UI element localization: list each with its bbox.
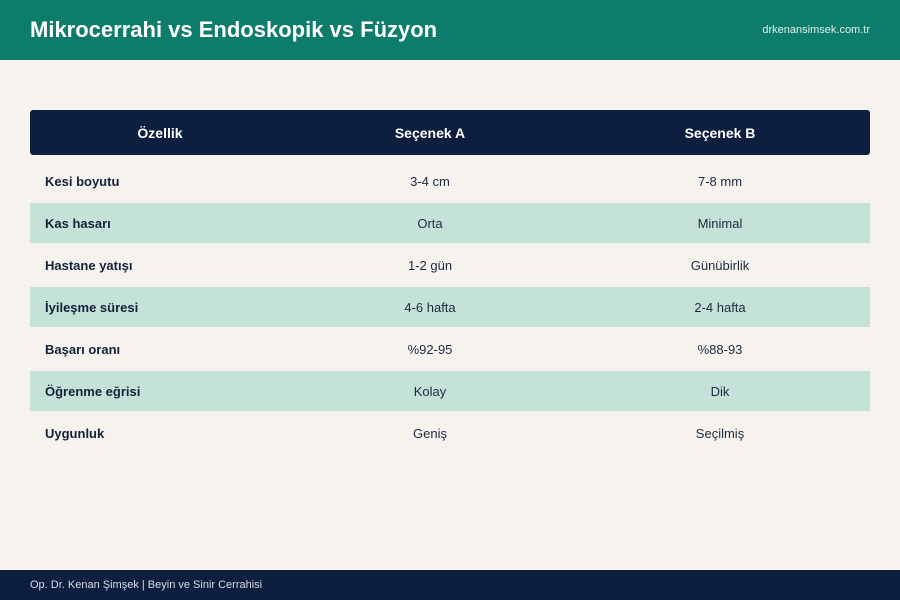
- option-b-value: Dik: [710, 383, 730, 399]
- table-body: Kesi boyutu 3-4 cm 7-8 mm Kas hasarı Ort…: [30, 161, 870, 453]
- page-header: Mikrocerrahi vs Endoskopik vs Füzyon drk…: [0, 0, 900, 60]
- table-row: Uygunluk Geniş Seçilmiş: [30, 413, 870, 453]
- row-label: Kesi boyutu: [45, 173, 120, 189]
- row-label: Başarı oranı: [45, 341, 121, 357]
- table-row: İyileşme süresi 4-6 hafta 2-4 hafta: [30, 287, 870, 327]
- option-a-value: 3-4 cm: [410, 173, 450, 189]
- option-b-value: 2-4 hafta: [694, 299, 746, 315]
- table-row: Başarı oranı %92-95 %88-93: [30, 329, 870, 369]
- option-b-value: Minimal: [697, 215, 743, 231]
- table-row: Kas hasarı Orta Minimal: [30, 203, 870, 243]
- option-a-value: %92-95: [407, 341, 453, 357]
- row-label: Uygunluk: [45, 425, 105, 441]
- option-b-value: Günübirlik: [690, 257, 750, 273]
- page-title: Mikrocerrahi vs Endoskopik vs Füzyon: [30, 17, 438, 42]
- option-b-value: Seçilmiş: [695, 425, 745, 441]
- row-label: Öğrenme eğrisi: [45, 383, 141, 399]
- option-a-value: 1-2 gün: [407, 257, 453, 273]
- table-row: Hastane yatışı 1-2 gün Günübirlik: [30, 245, 870, 285]
- column-header-option-a: Seçenek A: [394, 124, 466, 141]
- option-a-value: Geniş: [413, 425, 447, 441]
- table-row: Öğrenme eğrisi Kolay Dik: [30, 371, 870, 411]
- option-b-value: %88-93: [697, 341, 743, 357]
- row-label: Kas hasarı: [45, 215, 111, 231]
- option-a-value: Orta: [417, 215, 443, 231]
- column-header-feature: Özellik: [137, 124, 183, 141]
- option-a-value: Kolay: [413, 383, 447, 399]
- column-header-option-b: Seçenek B: [684, 124, 756, 141]
- table-row: Kesi boyutu 3-4 cm 7-8 mm: [30, 161, 870, 201]
- row-label: Hastane yatışı: [45, 257, 133, 273]
- option-a-value: 4-6 hafta: [404, 299, 456, 315]
- site-url: drkenansimsek.com.tr: [762, 24, 870, 36]
- table-header: Özellik Seçenek A Seçenek B: [30, 110, 870, 155]
- footer-credit: Op. Dr. Kenan Şimşek | Beyin ve Sinir Ce…: [30, 579, 263, 591]
- comparison-table: Özellik Seçenek A Seçenek B Kesi boyutu …: [30, 110, 870, 455]
- option-b-value: 7-8 mm: [697, 173, 743, 189]
- page-footer: Op. Dr. Kenan Şimşek | Beyin ve Sinir Ce…: [0, 570, 900, 600]
- row-label: İyileşme süresi: [45, 299, 139, 315]
